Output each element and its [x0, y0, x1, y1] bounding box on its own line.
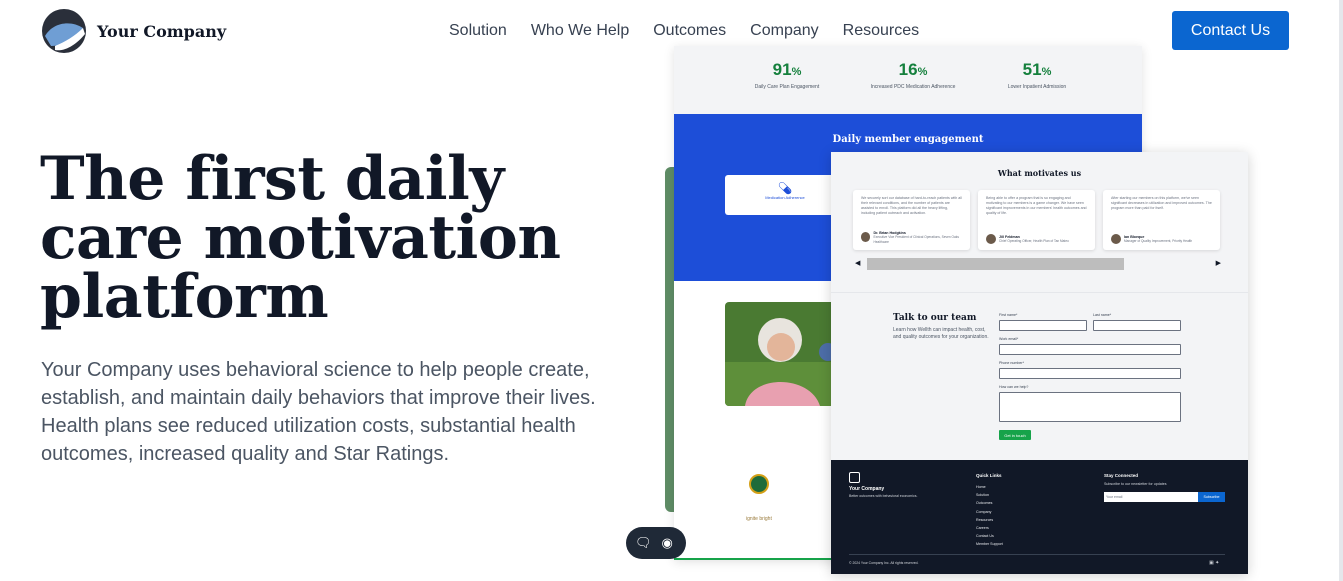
stat-item: 16% Increased PDC Medication Adherence — [858, 60, 968, 91]
footer-link-solution[interactable]: Solution — [976, 491, 1003, 499]
nav-solution[interactable]: Solution — [449, 22, 507, 40]
stay-connected-title: Stay Connected — [1104, 473, 1139, 478]
carousel-scroll-thumb[interactable] — [867, 258, 1124, 270]
stat-unit: % — [791, 66, 802, 78]
brand-name: Your Company — [97, 21, 227, 41]
toggle-icon[interactable]: ◉ — [662, 535, 673, 551]
scroll-left-icon[interactable]: ◀ — [855, 259, 860, 267]
get-in-touch-button[interactable]: Get in touch — [999, 430, 1031, 440]
product-screenshot-front: What motivates us We securely sort our d… — [831, 152, 1248, 574]
testimonial-quote: We securely sort our database of hard-to… — [861, 196, 962, 215]
help-textarea[interactable] — [999, 392, 1181, 422]
nav-who-we-help[interactable]: Who We Help — [531, 22, 629, 40]
contact-us-button[interactable]: Contact Us — [1172, 11, 1289, 50]
form-description: Learn how Wellth can impact health, cost… — [893, 327, 989, 340]
hero-description: Your Company uses behavioral science to … — [41, 359, 596, 465]
testimonial-role: Chief Operating Officer, Health Plan of … — [999, 239, 1069, 243]
footer-link-company[interactable]: Company — [976, 508, 1003, 516]
stat-label: Daily Care Plan Engagement — [754, 84, 820, 90]
stat-value: 16 — [898, 60, 918, 79]
stat-label: Increased PDC Medication Adherence — [870, 84, 956, 90]
avatar — [1111, 234, 1121, 244]
testimonial-card: After starting our members on this platf… — [1103, 190, 1220, 250]
stat-item: 91% Daily Care Plan Engagement — [732, 60, 842, 91]
email-field[interactable] — [999, 344, 1181, 355]
email-label: Work email* — [999, 337, 1019, 341]
twitter-icon[interactable]: ✦ — [1215, 560, 1219, 566]
page-scrollbar[interactable] — [1339, 0, 1343, 581]
footer-link-contact[interactable]: Contact Us — [976, 532, 1003, 540]
last-name-field[interactable] — [1093, 320, 1181, 331]
avatar — [861, 232, 871, 243]
testimonial-quote: Being able to offer a program that is so… — [986, 196, 1087, 215]
newsletter-description: Subscribe to our newsletter for updates — [1104, 482, 1167, 486]
phone-label: Phone number* — [999, 361, 1024, 365]
company-logo-icon — [42, 9, 86, 53]
feature-card-label: Medication Adherence — [765, 195, 805, 200]
site-footer: Your Company Better outcomes with behavi… — [831, 460, 1248, 574]
footer-divider — [849, 554, 1225, 555]
testimonial-role: Executive Vice President of Clinical Ope… — [873, 235, 959, 244]
testimonial-quote: After starting our members on this platf… — [1111, 196, 1212, 210]
chat-bubble-icon[interactable]: 🗨︎ — [635, 535, 652, 551]
first-name-field[interactable] — [999, 320, 1087, 331]
feature-card[interactable]: 💊︎ Medication Adherence — [725, 175, 845, 215]
avatar — [986, 234, 996, 244]
footer-link-home[interactable]: Home — [976, 483, 1003, 491]
linkedin-icon[interactable]: ▣ — [1209, 560, 1214, 566]
first-name-label: First name* — [999, 313, 1018, 317]
carousel-scrollbar[interactable]: ◀ ▶ — [853, 257, 1223, 271]
social-icons: ▣ ✦ — [1209, 560, 1219, 566]
last-name-label: Last name* — [1093, 313, 1112, 317]
footer-link-careers[interactable]: Careers — [976, 524, 1003, 532]
engagement-title: Daily member engagement — [832, 134, 984, 145]
footer-logo-icon — [849, 472, 860, 483]
quick-links-list: Home Solution Outcomes Company Resources… — [976, 483, 1003, 549]
stats-strip: 91% Daily Care Plan Engagement 16% Incre… — [674, 46, 1142, 114]
partner-seal-icon — [749, 474, 769, 494]
nav-outcomes[interactable]: Outcomes — [653, 22, 726, 40]
form-title: Talk to our team — [893, 313, 977, 323]
stat-label: Lower Inpatient Admission — [1007, 84, 1067, 90]
stat-unit: % — [1041, 66, 1052, 78]
stat-value: 91 — [772, 60, 792, 79]
footer-brand: Your Company — [849, 486, 885, 492]
stat-item: 51% Lower Inpatient Admission — [982, 60, 1092, 91]
footer-link-member-support[interactable]: Member Support — [976, 540, 1003, 548]
subscribe-button[interactable]: Subscribe — [1198, 492, 1225, 502]
smiling-woman-photo — [725, 302, 835, 406]
newsletter-email-input[interactable]: Your email — [1104, 492, 1198, 502]
testimonial-role: Manager of Quality Improvement, Priority… — [1124, 239, 1193, 243]
pill-icon: 💊︎ — [777, 181, 793, 195]
main-nav: Solution Who We Help Outcomes Company Re… — [449, 22, 919, 40]
nav-resources[interactable]: Resources — [843, 22, 919, 40]
stat-value: 51 — [1022, 60, 1042, 79]
copyright: © 2024 Your Company Inc. All rights rese… — [849, 561, 919, 565]
chat-widget[interactable]: 🗨︎ ◉ — [626, 527, 686, 559]
quick-links-title: Quick Links — [976, 473, 1002, 478]
nav-company[interactable]: Company — [750, 22, 818, 40]
brand-logo[interactable]: Your Company — [41, 8, 226, 54]
footer-link-resources[interactable]: Resources — [976, 516, 1003, 524]
partner-logo: ignite bright — [746, 516, 772, 522]
hero-title: The first daily care motivation platform — [40, 144, 561, 332]
contact-form-section: Talk to our team Learn how Wellth can im… — [831, 292, 1248, 460]
testimonial-card: Being able to offer a program that is so… — [978, 190, 1095, 250]
testimonial-card: We securely sort our database of hard-to… — [853, 190, 970, 250]
footer-link-outcomes[interactable]: Outcomes — [976, 499, 1003, 507]
motivates-title: What motivates us — [997, 168, 1082, 178]
phone-field[interactable] — [999, 368, 1181, 379]
stat-unit: % — [917, 66, 928, 78]
footer-tagline: Better outcomes with behavioral economic… — [849, 494, 918, 498]
help-label: How can we help? — [999, 385, 1029, 389]
scroll-right-icon[interactable]: ▶ — [1216, 259, 1221, 267]
